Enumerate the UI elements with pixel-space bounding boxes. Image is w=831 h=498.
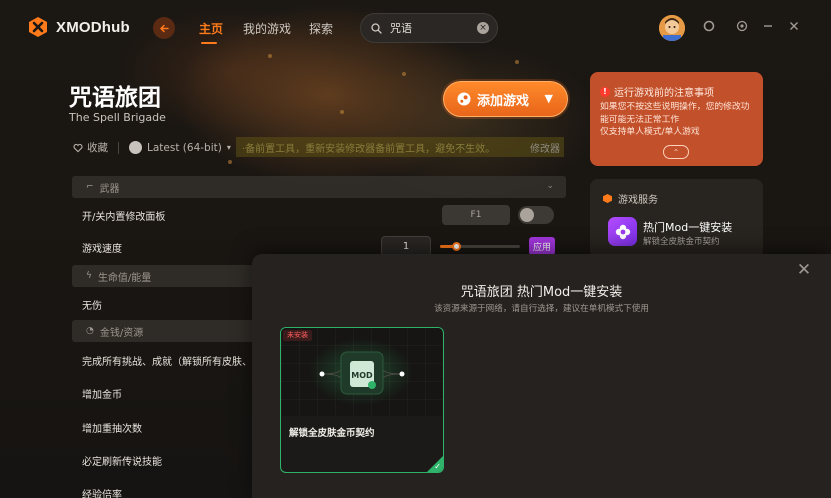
theme-icon[interactable]	[702, 20, 716, 34]
favorite-label: 收藏	[87, 142, 108, 154]
search-icon	[371, 22, 382, 34]
row-complete-all: 完成所有挑战、成就（解锁所有皮肤、角	[82, 357, 262, 368]
clear-search-icon[interactable]: ×	[477, 22, 489, 34]
back-button[interactable]	[153, 17, 175, 39]
top-bar: XMODhub 主页 我的游戏 探索 咒语 ×	[0, 0, 831, 56]
search-input[interactable]: 咒语	[390, 20, 412, 36]
modal-subtitle: 该资源来源于网络，请自行选择，建议在单机模式下使用	[434, 304, 649, 314]
search-box[interactable]: 咒语 ×	[360, 13, 498, 43]
caret-down-icon: ▼	[544, 92, 553, 105]
add-game-button[interactable]: 添加游戏 ▼	[443, 81, 568, 117]
money-icon: ◔	[86, 326, 94, 336]
status-badge: 未安装	[283, 330, 312, 341]
divider	[118, 141, 119, 154]
mod-card[interactable]: MOD 未安装 解锁全皮肤金币契约 ✓	[280, 327, 444, 473]
toggle-switch[interactable]	[518, 206, 554, 224]
steam-icon	[129, 141, 142, 154]
row-xp-multiplier: 经验倍率	[82, 490, 122, 498]
arrow-left-icon	[159, 24, 169, 32]
service-desc: 解锁全皮肤金币契约	[643, 237, 720, 247]
notice-bar: ·备前置工具，重新安装修改器备前置工具，避免不生效。 修改器	[236, 137, 564, 157]
service-name[interactable]: 热门Mod一键安装	[643, 219, 732, 235]
settings-icon[interactable]	[735, 20, 749, 34]
steam-icon	[457, 92, 471, 106]
alert-icon: !	[600, 86, 610, 97]
mod-artwork: MOD	[281, 328, 442, 416]
flower-icon	[615, 224, 630, 239]
xmodhub-logo-icon	[29, 17, 47, 37]
notice-text: ·备前置工具，重新安装修改器备前置工具，避免不生效。	[242, 143, 496, 155]
services-heading: 游戏服务	[618, 195, 658, 206]
row-game-speed: 游戏速度	[82, 244, 122, 255]
game-meta-row: 收藏 Latest (64-bit) ▾	[73, 140, 231, 155]
row-add-gold: 增加金币	[82, 390, 122, 401]
warning-title-row: ! 运行游戏前的注意事项	[600, 84, 714, 99]
minimize-icon[interactable]	[761, 20, 775, 34]
add-game-label: 添加游戏	[477, 93, 530, 109]
expand-warning-button[interactable]: ⌃	[663, 145, 689, 159]
check-icon: ✓	[434, 462, 441, 471]
user-avatar[interactable]	[659, 15, 685, 41]
warning-title: 运行游戏前的注意事项	[614, 88, 714, 99]
row-refresh-legendary: 必定刷新传说技能	[82, 457, 162, 468]
services-heading-row: 游戏服务	[602, 191, 658, 206]
section-label: 武器	[99, 183, 120, 195]
version-label: Latest (64-bit)	[147, 141, 222, 154]
mod-chip-icon: MOD	[319, 351, 405, 395]
app-logo[interactable]: XMODhub	[27, 16, 130, 38]
app-name: XMODhub	[56, 18, 130, 36]
hotkey-box[interactable]: F1	[442, 205, 510, 225]
nav-explore[interactable]: 探索	[309, 20, 333, 37]
warning-line: 如果您不按这些说明操作，您的修改功能可能无法正常工作	[600, 102, 750, 125]
speed-value-input[interactable]: 1	[381, 236, 431, 256]
row-toggle-panel: 开/关内置修改面板	[82, 212, 166, 223]
avatar-image	[659, 15, 685, 41]
notice-link[interactable]: 修改器	[530, 140, 560, 155]
lightning-icon: ϟ	[86, 271, 92, 281]
close-icon[interactable]	[787, 20, 801, 34]
warning-line: 仅支持单人模式/单人游戏	[600, 127, 700, 137]
mod-name: 解锁全皮肤金币契约	[289, 428, 375, 439]
chevron-down-icon: ▾	[226, 143, 231, 152]
close-icon[interactable]: ✕	[796, 262, 812, 279]
game-title: 咒语旅团	[69, 85, 161, 111]
version-select[interactable]: Latest (64-bit) ▾	[129, 141, 231, 154]
svg-text:MOD: MOD	[351, 371, 373, 380]
weapon-icon: ⌐	[86, 182, 94, 192]
nav-my-games[interactable]: 我的游戏	[243, 20, 291, 37]
section-weapons[interactable]: ⌐ 武器 ⌄	[72, 176, 566, 198]
chevron-down-icon: ⌄	[546, 181, 554, 191]
favorite-button[interactable]: 收藏	[73, 140, 108, 155]
mod-install-icon[interactable]	[608, 217, 637, 246]
game-services-card: 游戏服务 热门Mod一键安装 解锁全皮肤金币契约	[590, 179, 763, 259]
toggle-knob	[520, 208, 534, 222]
cube-icon	[603, 194, 612, 203]
speed-slider[interactable]	[440, 242, 520, 251]
heart-icon	[73, 143, 83, 152]
nav-home[interactable]: 主页	[199, 20, 223, 37]
chevron-up-icon: ⌃	[672, 147, 680, 157]
apply-button[interactable]: 应用	[529, 237, 555, 255]
game-subtitle: The Spell Brigade	[69, 111, 166, 124]
modal-title: 咒语旅团 热门Mod一键安装	[460, 285, 623, 300]
slider-handle[interactable]	[452, 242, 461, 251]
section-label: 金钱/资源	[99, 327, 144, 339]
nav-active-indicator	[201, 42, 217, 44]
row-add-draws: 增加重抽次数	[82, 424, 142, 435]
warning-body: 如果您不按这些说明操作，您的修改功能可能无法正常工作 仅支持单人模式/单人游戏	[600, 101, 758, 139]
